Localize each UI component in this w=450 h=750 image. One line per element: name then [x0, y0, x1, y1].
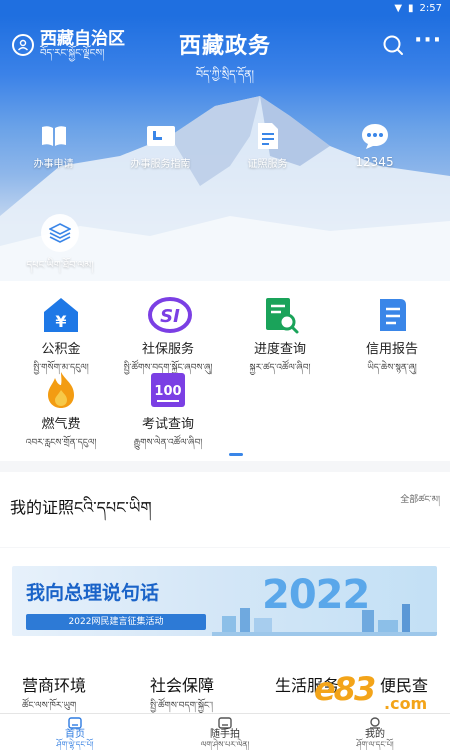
bottom-navigation: 首页 ཤོག་ལྷེ་དང་པོ། 随手拍 ལག་ཤེས་པར་ལེན། 我的 …: [0, 713, 450, 750]
view-all-link[interactable]: 全部ཚང་མ།: [400, 490, 440, 515]
page-indicator: [229, 453, 243, 456]
promo-section: 我向总理说句话 2022网民建言征集活动 2022: [0, 548, 450, 668]
my-certificates-section: 我的证照ངའི་དཔང་ཡིག 全部ཚང་མ།: [0, 472, 450, 547]
user-icon: [370, 716, 380, 729]
hero-service-apply[interactable]: 办事申请: [0, 121, 107, 191]
svg-text:100: 100: [154, 384, 181, 399]
hero-service-label: 办事服务指南: [130, 159, 191, 170]
status-bar: ▼ ▮ 2:57: [0, 0, 450, 16]
hero-service-license[interactable]: 证照服务: [214, 121, 321, 191]
book-icon: [39, 121, 69, 151]
wifi-icon: ▼: [394, 2, 403, 14]
grid-item-credit-report[interactable]: 信用报告 ཡིད་ཆེས་སྙན་ཞུ།: [336, 295, 448, 383]
section-title: 我的证照ངའི་དཔང་ཡིག: [10, 498, 152, 517]
promo-banner[interactable]: 我向总理说句话 2022网民建言征集活动 2022: [12, 566, 437, 636]
banner-subtitle: 2022网民建言征集活动: [26, 614, 206, 630]
banner-title: 我向总理说句话: [26, 582, 160, 604]
hero-service-label: དཔང་ཡིག་ཐོབ་ལམ།: [26, 260, 94, 271]
housing-fund-icon: ¥: [41, 295, 81, 335]
service-grid: ¥ 公积金 སྤྱི་གསོག་མ་དངུལ། SI 社保服务 སྤྱི་ཚོག…: [0, 281, 450, 461]
grid-item-gas-fee[interactable]: 燃气费 འབར་རླངས་གྲོན་དངུལ།: [5, 370, 117, 458]
grid-item-label: 进度查询: [253, 342, 306, 357]
more-icon[interactable]: ···: [414, 30, 441, 56]
category-label: 社会保障: [150, 676, 215, 695]
grid-item-label-tibetan: ཡིད་ཆེས་སྙན་ཞུ།: [367, 363, 417, 373]
top-bar: 西藏自治区 བོད་རང་སྐྱོང་ལྗོངས། 西藏政务 བོད་ཀྱི་ས…: [0, 16, 450, 81]
category-label: 营商环境: [22, 676, 87, 695]
grid-item-label-tibetan: རྒྱུགས་ལེན་འཚོལ་ཞིབ།: [133, 438, 203, 448]
layers-icon: [41, 214, 79, 252]
hero-service-label: 证照服务: [247, 159, 288, 170]
chat-icon: [360, 121, 390, 151]
hero-services: 办事申请 办事服务指南 证照服务 12345: [0, 121, 450, 191]
svg-text:¥: ¥: [55, 312, 66, 331]
progress-search-icon: [260, 295, 300, 335]
tab-label: 随手拍: [210, 728, 240, 740]
gas-flame-icon: [41, 370, 81, 410]
tab-snapshot[interactable]: 随手拍 ལག་ཤེས་པར་ལེན།: [150, 714, 300, 750]
grid-item-progress[interactable]: 进度查询 སྐྱར་ཚད་འཚོལ་ཞིབ།: [224, 295, 336, 383]
tab-label-tibetan: ལག་ཤེས་པར་ལེན།: [200, 739, 250, 749]
tab-label: 我的: [365, 728, 385, 740]
watermark-logo: e83: [314, 670, 376, 708]
hero-service-hotline[interactable]: 12345: [321, 121, 428, 191]
credit-report-icon: [372, 295, 412, 335]
grid-item-label: 信用报告: [365, 342, 418, 357]
grid-item-label: 公积金: [41, 342, 81, 357]
tab-home[interactable]: 首页 ཤོག་ལྷེ་དང་པོ།: [0, 714, 150, 750]
battery-icon: ▮: [408, 2, 414, 14]
grid-item-label: 燃气费: [41, 417, 81, 432]
tab-profile[interactable]: 我的 ཤོག་ལ་དང་པོ།: [300, 714, 450, 750]
watermark: e83 .com 手游网: [304, 668, 444, 736]
hero-banner: 西藏自治区 བོད་རང་སྐྱོང་ལྗོངས། 西藏政务 བོད་ཀྱི་ས…: [0, 16, 450, 281]
app-title-tibetan: བོད་ཀྱི་སྲིད་དོན།: [195, 68, 255, 81]
hero-service-label: 12345: [355, 155, 394, 169]
hero-service-label: 办事申请: [33, 159, 74, 170]
hero-service-guide[interactable]: 办事服务指南: [107, 121, 214, 191]
grid-item-exam-score[interactable]: 100 考试查询 རྒྱུགས་ལེན་འཚོལ་ཞིབ།: [112, 370, 224, 458]
banner-year: 2022: [262, 572, 370, 618]
grid-item-label: 社保服务: [141, 342, 194, 357]
social-security-icon: SI: [148, 295, 192, 335]
exam-score-icon: 100: [148, 370, 188, 410]
svg-text:SI: SI: [160, 306, 180, 327]
app-screen: ▼ ▮ 2:57 西藏自治区 བོད་རང་སྐྱོང་ལྗོངས། 西藏政务: [0, 0, 450, 750]
grid-item-label-tibetan: སྐྱར་ཚད་འཚོལ་ཞིབ།: [249, 363, 311, 373]
search-icon[interactable]: [382, 34, 404, 56]
tab-label-tibetan: ཤོག་ལ་དང་པོ།: [356, 739, 394, 749]
tab-label: 首页: [65, 728, 85, 740]
camera-icon: [218, 716, 232, 729]
document-icon: [253, 121, 283, 151]
home-icon: [68, 716, 82, 729]
status-time: 2:57: [419, 2, 442, 14]
card-icon: [146, 121, 176, 151]
grid-item-label: 考试查询: [141, 417, 194, 432]
grid-item-label-tibetan: འབར་རླངས་གྲོན་དངུལ།: [25, 438, 97, 448]
hero-service-certificate-access[interactable]: དཔང་ཡིག་ཐོབ་ལམ།: [10, 214, 110, 281]
tab-label-tibetan: ཤོག་ལྷེ་དང་པོ།: [56, 739, 94, 749]
